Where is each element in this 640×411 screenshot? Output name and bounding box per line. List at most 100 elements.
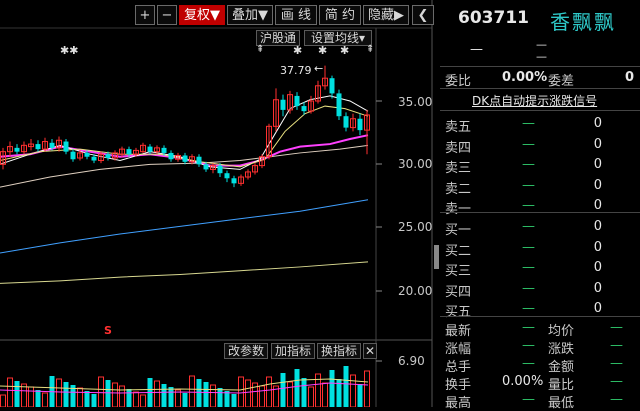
divider	[440, 88, 640, 89]
stat-value: —	[610, 320, 623, 335]
volume-bar-down	[231, 394, 237, 407]
price-axis-label: 25.00	[398, 220, 433, 234]
stat-value: —	[522, 338, 535, 353]
stat-label: 量比	[548, 378, 575, 393]
divider	[440, 212, 640, 213]
stat-label: 换手	[445, 378, 472, 393]
weibi-row: 委比 0.00% 委差 0	[440, 70, 640, 89]
stats-row: 最新 — 均价 —	[440, 320, 640, 339]
order-price: —	[522, 157, 535, 172]
buy-row: 买三 — 0	[440, 260, 640, 279]
stat-label: 最新	[445, 324, 472, 339]
volume-bar-up	[189, 375, 195, 407]
volume-bar-up	[266, 376, 272, 407]
order-volume: 0	[593, 157, 602, 172]
stat-value: —	[610, 338, 623, 353]
quote-panel: 603711 香飘飘 — — — 委比 0.00% 委差 0 DK点自动提示涨跌…	[440, 0, 640, 411]
order-volume: 0	[593, 301, 602, 316]
volume-bar-down	[280, 373, 286, 407]
candle-body-down	[84, 152, 90, 157]
order-volume: 0	[593, 198, 602, 213]
zoom-out-button[interactable]: −	[157, 5, 177, 25]
volume-bar-up	[364, 370, 370, 407]
volume-bar-up	[7, 377, 13, 407]
collapse-icon[interactable]: ❮	[412, 5, 434, 25]
volume-bar-up	[238, 376, 244, 407]
close-icon[interactable]: ✕	[363, 343, 377, 359]
zoom-in-button[interactable]: +	[135, 5, 155, 25]
fuquan-dropdown[interactable]: 复权▼	[179, 5, 225, 25]
splitter-handle	[434, 245, 439, 269]
volume-bar-down	[224, 391, 230, 407]
volume-bar-up	[245, 379, 251, 407]
stat-label: 总手	[445, 360, 472, 375]
simple-mode-button[interactable]: 简 约	[319, 5, 361, 25]
order-level-label: 买三	[445, 264, 472, 279]
volume-bar-down	[14, 381, 20, 407]
candle-body-down	[329, 78, 335, 94]
divider	[440, 66, 640, 67]
candle-body-down	[203, 164, 209, 170]
volume-bar-down	[105, 380, 111, 407]
star-marker: ✱	[318, 44, 328, 57]
candle-body-down	[14, 147, 20, 152]
stat-value: —	[522, 320, 535, 335]
order-price: —	[522, 219, 535, 234]
volume-bar-up	[350, 374, 356, 407]
stat-value: —	[610, 392, 623, 407]
order-level-label: 卖三	[445, 161, 472, 176]
volume-bar-up	[210, 384, 216, 407]
weibi-label: 委比	[445, 74, 472, 89]
stat-label: 涨跌	[548, 342, 575, 357]
volume-bar-down	[203, 382, 209, 407]
signal-link[interactable]: DK点自动提示涨跌信号	[472, 92, 597, 109]
stock-name: 香飘飘	[550, 10, 616, 34]
buy-row: 买四 — 0	[440, 281, 640, 300]
volume-bar-down	[91, 394, 97, 407]
overlay-dropdown[interactable]: 叠加▼	[227, 5, 273, 25]
candle-body-down	[126, 149, 132, 155]
moving-average-lines	[0, 95, 369, 284]
volume-bar-up	[308, 386, 314, 407]
ma-line-blue	[0, 199, 369, 254]
volume-bar-down	[343, 366, 349, 407]
star-marker: ✱	[293, 44, 303, 57]
order-price: —	[522, 260, 535, 275]
volume-bar-down	[357, 384, 363, 407]
draw-line-button[interactable]: 画 线	[275, 5, 317, 25]
candle-body-down	[224, 173, 230, 179]
peak-price-label: 37.79	[280, 64, 312, 77]
order-volume: 0	[593, 219, 602, 234]
candle-body-down	[336, 93, 342, 117]
volume-bars	[0, 366, 370, 407]
candle-body-down	[168, 152, 174, 160]
stat-value: —	[522, 356, 535, 371]
switch-indicator-button[interactable]: 换指标	[317, 343, 361, 359]
volume-bar-up	[77, 387, 83, 407]
candle-body-down	[91, 156, 97, 161]
volume-bar-up	[21, 383, 27, 407]
change-pct-value: —	[536, 50, 547, 63]
stat-label: 最高	[445, 396, 472, 411]
stats-row: 总手 — 金额 —	[440, 356, 640, 375]
volume-bar-up	[119, 385, 125, 407]
add-indicator-button[interactable]: 加指标	[271, 343, 315, 359]
order-level-label: 卖一	[445, 202, 472, 217]
weicha-label: 委差	[548, 74, 575, 89]
price-value: —	[470, 42, 483, 57]
ma-settings-dropdown[interactable]: 设置均线▾	[304, 30, 372, 46]
volume-bar-up	[154, 380, 160, 407]
volume-bar-up	[28, 386, 34, 407]
candle-body-down	[161, 147, 167, 153]
volume-bar-up	[140, 394, 146, 407]
divider	[440, 110, 640, 111]
change-param-button[interactable]: 改参数	[224, 343, 268, 359]
stat-value: —	[522, 392, 535, 407]
candle-body-down	[63, 141, 69, 152]
candle-body-down	[196, 156, 202, 165]
sell-row: 卖三 — 0	[440, 157, 640, 176]
candle-body-down	[343, 116, 349, 128]
order-level-label: 卖五	[445, 120, 472, 135]
order-level-label: 卖二	[445, 181, 472, 197]
hide-panel-button[interactable]: 隐藏▶	[363, 5, 409, 25]
